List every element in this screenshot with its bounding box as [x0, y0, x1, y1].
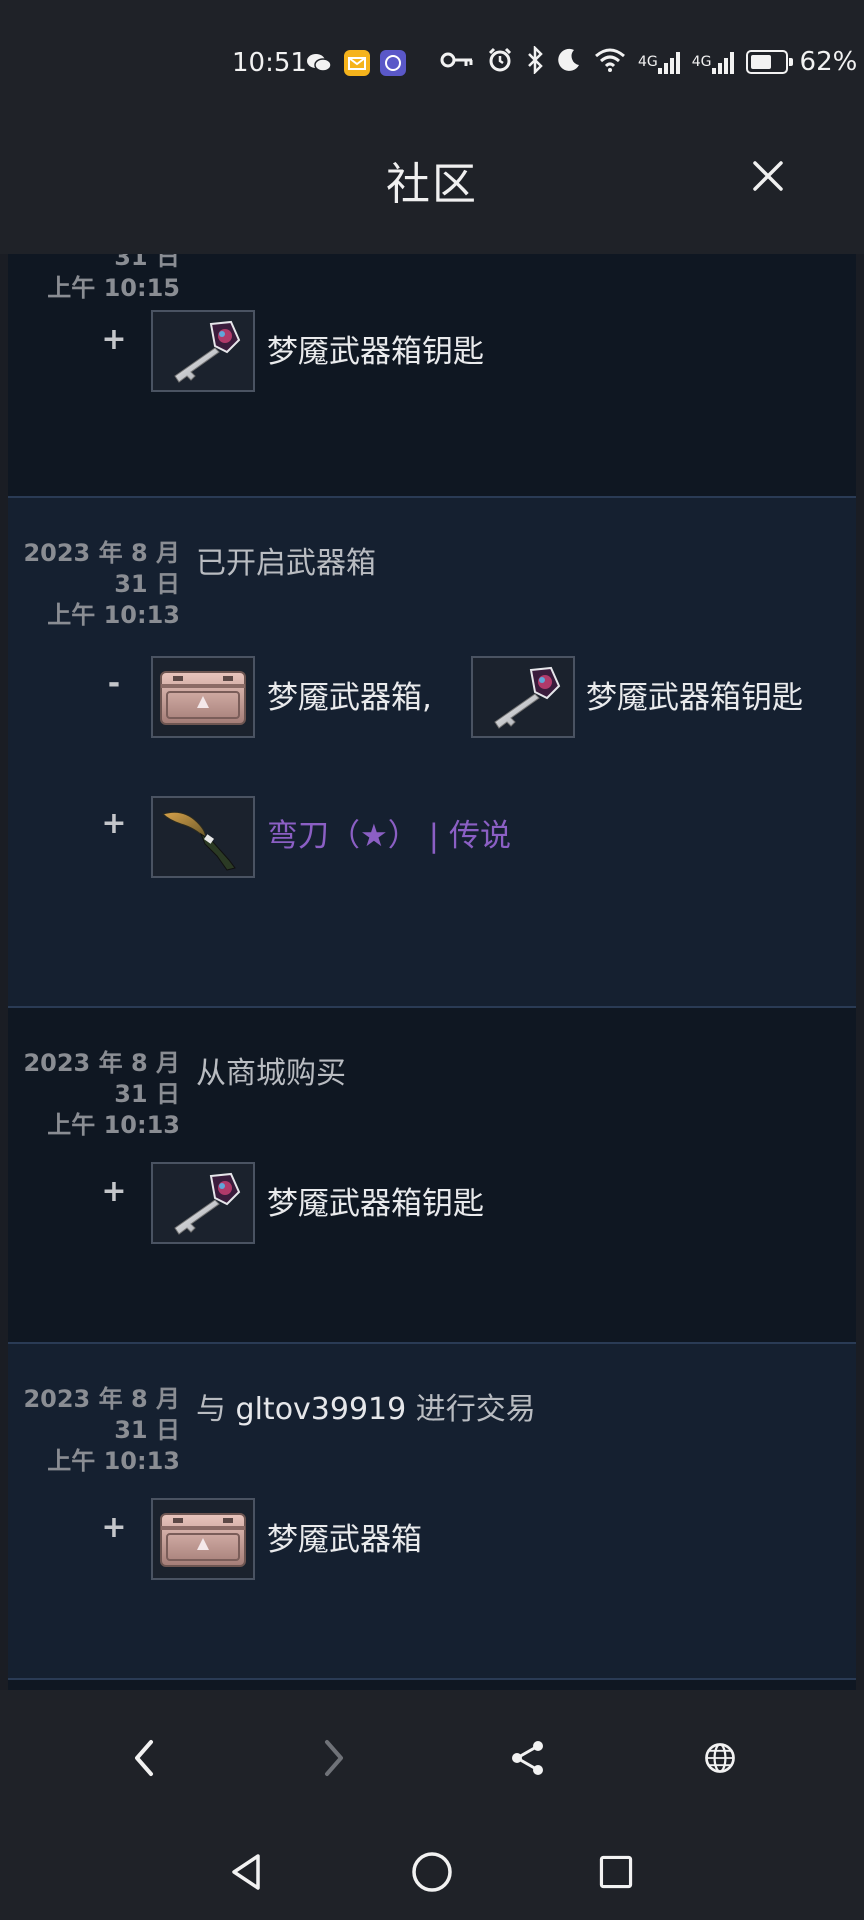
history-entry: 31 日 上午 10:15 + 梦魇武器箱钥匙: [8, 254, 856, 499]
share-button[interactable]: [496, 1726, 560, 1790]
wechat-icon: [306, 50, 332, 76]
item-thumbnail-case[interactable]: [151, 656, 255, 738]
page-title: 社区: [386, 159, 478, 210]
back-triangle-icon: [232, 1854, 260, 1890]
key-icon: [440, 50, 474, 74]
forward-button[interactable]: [302, 1726, 366, 1790]
entry-date: 2023 年 8 月 31 日 上午 10:13: [23, 1385, 180, 1475]
entry-description: 从商城购买: [196, 1056, 346, 1091]
globe-icon: [705, 1743, 735, 1773]
moon-icon: [556, 47, 582, 77]
item-thumbnail-key[interactable]: [471, 656, 575, 738]
item-added-sign: +: [101, 1510, 127, 1545]
item-name[interactable]: 梦魇武器箱: [267, 1514, 422, 1559]
entry-description: 与 gltov39919 进行交易: [196, 1392, 536, 1427]
item-added-sign: +: [101, 806, 127, 841]
item-name[interactable]: 梦魇武器箱,: [267, 672, 432, 717]
signal-icon: 4G: [638, 50, 680, 74]
trade-partner-link[interactable]: gltov39919: [236, 1392, 407, 1427]
item-thumbnail-knife[interactable]: [151, 796, 255, 878]
app-header: 社区: [0, 100, 864, 254]
item-thumbnail-key[interactable]: [151, 1162, 255, 1244]
item-added-sign: +: [101, 1174, 127, 1209]
back-button[interactable]: [112, 1726, 176, 1790]
entry-description: 已开启武器箱: [196, 546, 376, 581]
close-button[interactable]: [740, 148, 796, 204]
share-icon: [512, 1741, 543, 1775]
item-thumbnail-case[interactable]: [151, 1498, 255, 1580]
item-name[interactable]: 梦魇武器箱钥匙: [267, 326, 484, 371]
history-entry: 2023 年 8 月 31 日 上午 10:13 已开启武器箱 - 梦魇武器箱,…: [8, 498, 856, 1009]
item-added-sign: +: [101, 322, 127, 357]
recents-square-icon: [599, 1855, 633, 1889]
history-entry: 2023 年 8 月 31 日 上午 10:13 与 gltov39919 进行…: [8, 1344, 856, 1681]
system-back-button[interactable]: [216, 1842, 276, 1902]
signal-icon: 4G: [692, 50, 734, 74]
wifi-icon: [594, 47, 626, 77]
battery-icon: [745, 50, 793, 74]
item-name[interactable]: 梦魇武器箱钥匙: [586, 672, 803, 717]
open-in-browser-button[interactable]: [688, 1726, 752, 1790]
system-navigation-bar: [0, 1828, 864, 1920]
browser-toolbar: [0, 1690, 864, 1828]
back-icon: [135, 1740, 153, 1776]
history-entry: 2023 年 8 月 31 日 上午 10:13 从商城购买 + 梦魇武器箱钥匙: [8, 1008, 856, 1345]
system-recents-button[interactable]: [586, 1842, 646, 1902]
history-entry: [8, 1680, 856, 1690]
item-thumbnail-key[interactable]: [151, 310, 255, 392]
battery-percent: 62%: [799, 47, 858, 77]
entry-date: 2023 年 8 月 31 日 上午 10:13: [23, 539, 180, 629]
bluetooth-icon: [526, 44, 544, 78]
forward-icon: [325, 1740, 343, 1776]
entry-date: 31 日 上午 10:15: [47, 254, 180, 302]
alarm-icon: [486, 46, 514, 78]
mail-icon: [344, 50, 370, 76]
inventory-history-list[interactable]: 31 日 上午 10:15 + 梦魇武器箱钥匙 2023 年 8 月 31 日 …: [0, 254, 864, 1690]
home-circle-icon: [412, 1852, 452, 1892]
entry-date: 2023 年 8 月 31 日 上午 10:13: [23, 1049, 180, 1139]
item-name-rare[interactable]: 弯刀（★） | 传说: [267, 810, 511, 855]
system-home-button[interactable]: [402, 1842, 462, 1902]
status-icons: 4G 4G 62%: [440, 44, 858, 78]
app-icon: [380, 50, 406, 76]
item-name[interactable]: 梦魇武器箱钥匙: [267, 1178, 484, 1223]
item-removed-sign: -: [107, 666, 121, 701]
status-bar: 10:51 4G 4G 62%: [0, 0, 864, 100]
status-time: 10:51: [232, 48, 307, 78]
close-icon: [753, 161, 783, 191]
